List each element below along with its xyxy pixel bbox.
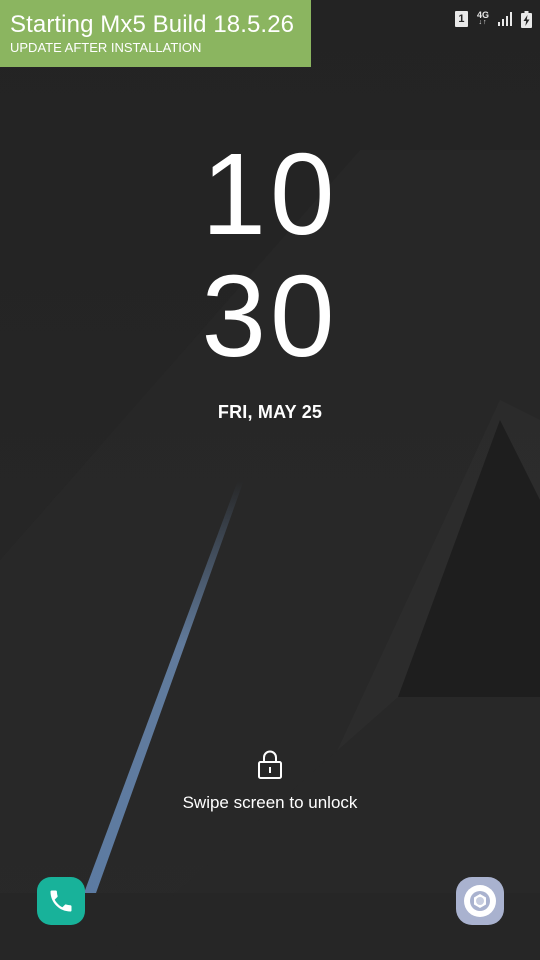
sim-card-icon: 1: [454, 11, 468, 27]
lockscreen-date: FRI, MAY 25: [217, 402, 323, 422]
camera-icon: [464, 885, 496, 917]
signal-icon: [498, 12, 512, 26]
clock-hours: 10: [201, 129, 339, 259]
battery-charging-icon: [521, 10, 532, 28]
banner-subtitle: UPDATE AFTER INSTALLATION: [10, 40, 202, 55]
phone-shortcut-button[interactable]: [37, 877, 85, 925]
clock-minutes: 30: [201, 251, 339, 381]
lock-screen[interactable]: Starting Mx5 Build 18.5.26 UPDATE AFTER …: [0, 0, 540, 960]
phone-icon: [50, 890, 72, 912]
data-arrows-icon: ↓↑: [478, 19, 488, 26]
padlock-icon: [258, 750, 282, 779]
camera-shortcut-button[interactable]: [456, 877, 504, 925]
update-notification-banner[interactable]: Starting Mx5 Build 18.5.26 UPDATE AFTER …: [0, 0, 311, 67]
banner-title: Starting Mx5 Build 18.5.26: [10, 11, 295, 38]
network-type-label: 4G: [476, 10, 489, 20]
status-bar-icons: 1 4G ↓↑: [454, 10, 532, 28]
swipe-unlock-hint: Swipe screen to unlock: [182, 793, 358, 812]
network-indicator: 4G ↓↑: [477, 11, 489, 27]
